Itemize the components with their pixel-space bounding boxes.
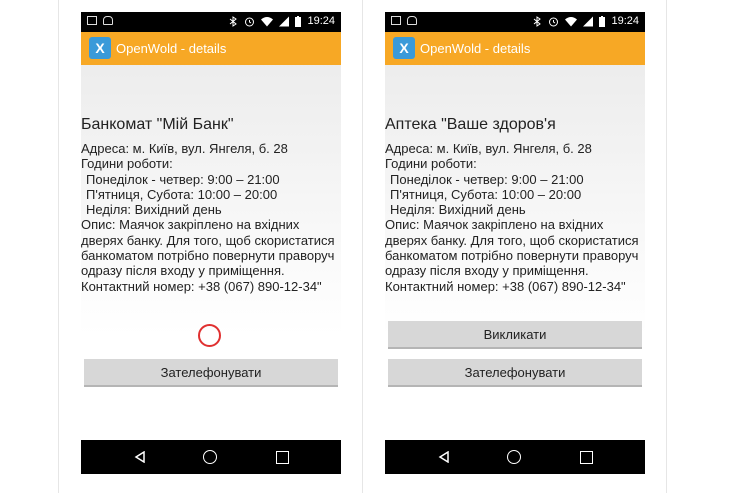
home-icon[interactable] (203, 450, 217, 464)
call-button[interactable]: Зателефонувати (388, 359, 642, 387)
app-bar: X OpenWold - details (385, 32, 645, 65)
place-title: Банкомат "Мій Банк" (81, 116, 234, 133)
wifi-icon (565, 17, 578, 27)
nav-bar (81, 440, 341, 474)
app-title: OpenWold - details (116, 41, 227, 56)
hours-sunday: Неділя: Вихідний день (86, 202, 222, 218)
summon-button[interactable]: Викликати (388, 321, 642, 349)
nav-bar (385, 440, 645, 474)
frame-divider-left (58, 0, 59, 493)
frame-divider-right (666, 0, 667, 493)
battery-icon (599, 16, 606, 27)
hours-label: Години роботи: (385, 156, 477, 172)
bluetooth-icon (230, 16, 238, 27)
hours-weekdays: Понеділок - четвер: 9:00 – 21:00 (86, 171, 280, 187)
phone-screen-pharmacy: 19:24 X OpenWold - details Аптека "Ваше … (385, 12, 645, 474)
hours-weekdays: Понеділок - четвер: 9:00 – 21:00 (390, 171, 584, 187)
contact-text: Контактний номер: +38 (067) 890-12-34" (81, 278, 322, 294)
signal-icon (279, 16, 290, 27)
loading-spinner (198, 324, 221, 347)
back-icon[interactable] (438, 451, 450, 463)
description-line: Опис: Маячок закріплено на вхідних (385, 217, 604, 233)
image-icon (87, 16, 97, 25)
image-icon (391, 16, 401, 25)
android-icon (407, 16, 417, 25)
hours-fri-sat: П'ятниця, Субота: 10:00 – 20:00 (86, 186, 278, 202)
status-time: 19:24 (611, 15, 639, 27)
address-text: Адреса: м. Київ, вул. Янгеля, б. 28 (81, 141, 288, 156)
signal-icon (583, 16, 594, 27)
recent-apps-icon[interactable] (276, 451, 289, 464)
description-line: банкоматом потрібно повернути праворуч (81, 248, 335, 264)
frame-divider-mid (362, 0, 363, 493)
description-line: одразу після входу у приміщення. (81, 263, 285, 279)
hours-label: Години роботи: (81, 156, 173, 172)
app-bar: X OpenWold - details (81, 32, 341, 65)
phone-screen-bank: 19:24 X OpenWold - details Банкомат "Мій… (81, 12, 341, 474)
contact-text: Контактний номер: +38 (067) 890-12-34" (385, 278, 626, 294)
place-details: Адреса: м. Київ, вул. Янгеля, б. 28 Годи… (385, 141, 645, 294)
description-line: дверях банку. Для того, щоб скористатися (81, 232, 335, 248)
wifi-icon (261, 17, 274, 27)
description-line: дверях банку. Для того, щоб скористатися (385, 232, 639, 248)
back-icon[interactable] (134, 451, 146, 463)
home-icon[interactable] (507, 450, 521, 464)
recent-apps-icon[interactable] (580, 451, 593, 464)
address-text: Адреса: м. Київ, вул. Янгеля, б. 28 (385, 141, 592, 156)
place-details: Адреса: м. Київ, вул. Янгеля, б. 28 Годи… (81, 141, 341, 294)
hours-fri-sat: П'ятниця, Субота: 10:00 – 20:00 (390, 186, 582, 202)
xamarin-logo-icon: X (393, 37, 415, 59)
call-button[interactable]: Зателефонувати (84, 359, 338, 387)
status-bar: 19:24 (385, 12, 645, 32)
description-line: Опис: Маячок закріплено на вхідних (81, 217, 300, 233)
hours-sunday: Неділя: Вихідний день (390, 202, 526, 218)
battery-icon (295, 16, 302, 27)
bluetooth-icon (534, 16, 542, 27)
status-time: 19:24 (307, 15, 335, 27)
description-line: банкоматом потрібно повернути праворуч (385, 248, 639, 264)
app-title: OpenWold - details (420, 41, 531, 56)
status-bar: 19:24 (81, 12, 341, 32)
alarm-icon (245, 17, 255, 27)
alarm-icon (549, 17, 559, 27)
android-icon (103, 16, 113, 25)
place-title: Аптека "Ваше здоров'я (385, 116, 556, 133)
xamarin-logo-icon: X (89, 37, 111, 59)
description-line: одразу після входу у приміщення. (385, 263, 589, 279)
